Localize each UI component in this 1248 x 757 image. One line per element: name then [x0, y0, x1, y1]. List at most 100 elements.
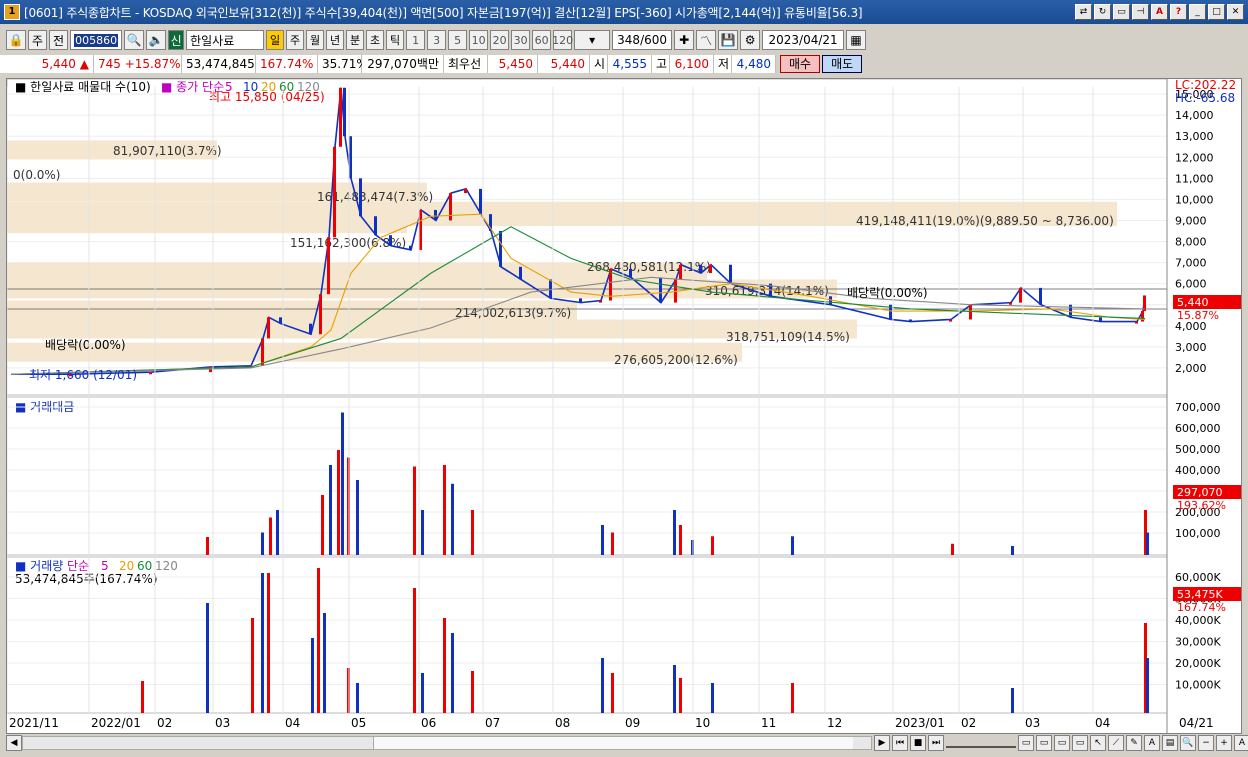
speed-slider[interactable]: [946, 738, 1016, 748]
crosshair-icon[interactable]: ✚: [674, 30, 695, 50]
stock-name[interactable]: 한일사료: [186, 30, 265, 50]
color-tool-icon[interactable]: ▤: [1162, 735, 1178, 751]
scroll-left-button[interactable]: ◀: [6, 735, 22, 751]
interval-60[interactable]: 60: [532, 30, 552, 50]
close-button[interactable]: ✕: [1227, 4, 1244, 20]
prev-button[interactable]: ⏮: [892, 735, 908, 751]
layout2-icon[interactable]: ▭: [1036, 735, 1052, 751]
zoom-icon[interactable]: 🔍: [1180, 735, 1196, 751]
calendar-icon[interactable]: ▦: [846, 30, 867, 50]
arrow-tool-icon[interactable]: ↖: [1090, 735, 1106, 751]
sound-icon[interactable]: 🔈: [146, 30, 167, 50]
maximize-button[interactable]: □: [1208, 4, 1225, 20]
period-year[interactable]: 년: [326, 30, 345, 50]
volume-bar: [711, 683, 714, 713]
period-tick[interactable]: 틱: [386, 30, 405, 50]
chart-toolbar: 🔒 주 전 005860 🔍 🔈 신 한일사료 일 주 월 년 분 초 틱 1 …: [0, 28, 1248, 52]
volume-bar: [413, 588, 416, 713]
price-candle: [279, 317, 282, 324]
price-tick-label: 9,000: [1175, 214, 1207, 227]
layout4-icon[interactable]: ▭: [1072, 735, 1088, 751]
volume-current-pct: 167.74%: [1177, 601, 1226, 614]
low-label: 저: [714, 55, 732, 73]
period-day[interactable]: 일: [266, 30, 285, 50]
x-tick-label: 12: [827, 716, 842, 730]
amount-tick-label: 700,000: [1175, 401, 1221, 414]
price-tick-label: 6,000: [1175, 278, 1207, 291]
buy-button[interactable]: 매수: [780, 55, 821, 73]
stock-code-input[interactable]: 005860: [70, 30, 123, 50]
volume-profile-label: 318,751,109(14.5%): [726, 330, 850, 344]
scroll-thumb[interactable]: [373, 737, 853, 749]
price-candle: [949, 319, 952, 322]
interval-30[interactable]: 30: [511, 30, 531, 50]
help-icon[interactable]: ?: [1170, 4, 1187, 20]
save-icon[interactable]: 💾: [718, 30, 739, 50]
pin-icon[interactable]: ⊣: [1132, 4, 1149, 20]
window-title: [0601] 주식종합차트 - KOSDAQ 외국인보유[312(천)] 주식수…: [24, 5, 863, 20]
volume-pane-title: ■ 거래량: [15, 559, 63, 573]
price-change: 745 +15.87%: [94, 55, 182, 73]
layout1-icon[interactable]: ▭: [1018, 735, 1034, 751]
price-candle: [343, 87, 346, 137]
period-week[interactable]: 주: [286, 30, 305, 50]
volume-bar: [611, 673, 614, 713]
x-tick-label: 2023/01: [895, 716, 945, 730]
volume-bar: [251, 618, 254, 713]
interval-120[interactable]: 120: [552, 30, 573, 50]
count-field[interactable]: 348/600: [612, 30, 673, 50]
interval-3[interactable]: 3: [427, 30, 447, 50]
bottom-bar: ◀ ▶ ⏮ ■ ⏭ ▭ ▭ ▭ ▭ ↖ ⟋ ✎ A ▤ 🔍 − + A: [0, 733, 1248, 753]
high-price: 6,100: [670, 55, 714, 73]
x-tick-label: 05: [351, 716, 366, 730]
period-minute[interactable]: 분: [346, 30, 365, 50]
play-button[interactable]: ▶: [874, 735, 890, 751]
interval-select[interactable]: ▾: [574, 30, 611, 50]
search-icon[interactable]: 🔍: [124, 30, 145, 50]
line-tool-icon[interactable]: ⟋: [1108, 735, 1124, 751]
link-icon[interactable]: ⇄: [1075, 4, 1092, 20]
price-candle: [549, 279, 552, 299]
price-tick-label: 3,000: [1175, 341, 1207, 354]
font-icon[interactable]: A: [1151, 4, 1168, 20]
interval-5[interactable]: 5: [448, 30, 468, 50]
sell-button[interactable]: 매도: [822, 55, 863, 73]
x-tick-label: 03: [215, 716, 230, 730]
next-button[interactable]: ⏭: [928, 735, 944, 751]
x-tick-label: 03: [1025, 716, 1040, 730]
price-candle: [659, 277, 662, 303]
minimize-button[interactable]: _: [1189, 4, 1206, 20]
text-tool-icon[interactable]: A: [1144, 735, 1160, 751]
interval-20[interactable]: 20: [490, 30, 510, 50]
price-tick-label: 10,000: [1175, 193, 1214, 206]
font-size-icon[interactable]: A: [1234, 735, 1248, 751]
zoom-in-button[interactable]: +: [1216, 735, 1232, 751]
indicator-icon[interactable]: 〽: [696, 30, 717, 50]
window-icon[interactable]: ▭: [1113, 4, 1130, 20]
date-input[interactable]: 2023/04/21: [762, 30, 845, 50]
price-legend-title: ■ 한일사료 매물대 수(10): [15, 80, 151, 94]
interval-1[interactable]: 1: [406, 30, 426, 50]
price-candle: [629, 268, 632, 278]
settings-icon[interactable]: ⚙: [740, 30, 761, 50]
price-tick-label: 2,000: [1175, 362, 1207, 375]
amount-bar: [356, 480, 359, 555]
zoom-out-button[interactable]: −: [1198, 735, 1214, 751]
price-candle: [374, 216, 377, 236]
refresh-icon[interactable]: ↻: [1094, 4, 1111, 20]
draw-tool-icon[interactable]: ✎: [1126, 735, 1142, 751]
layout3-icon[interactable]: ▭: [1054, 735, 1070, 751]
period-second[interactable]: 초: [366, 30, 385, 50]
market-select[interactable]: 주: [28, 30, 48, 50]
chart-area[interactable]: 15,000 14,000 13,000 12,000 11,000 10,000 9,00…: [6, 78, 1242, 734]
volume-bar: [317, 568, 320, 713]
period-month[interactable]: 월: [306, 30, 325, 50]
volume-bar: [323, 613, 326, 713]
stop-button[interactable]: ■: [910, 735, 926, 751]
x-tick-label: 2021/11: [9, 716, 59, 730]
lock-icon[interactable]: 🔒: [6, 30, 26, 50]
horizontal-scrollbar[interactable]: [22, 736, 872, 750]
stock-chart[interactable]: 15,00014,00013,00012,00011,00010,0009,00…: [7, 79, 1241, 733]
prefix-select[interactable]: 전: [49, 30, 69, 50]
interval-10[interactable]: 10: [469, 30, 489, 50]
